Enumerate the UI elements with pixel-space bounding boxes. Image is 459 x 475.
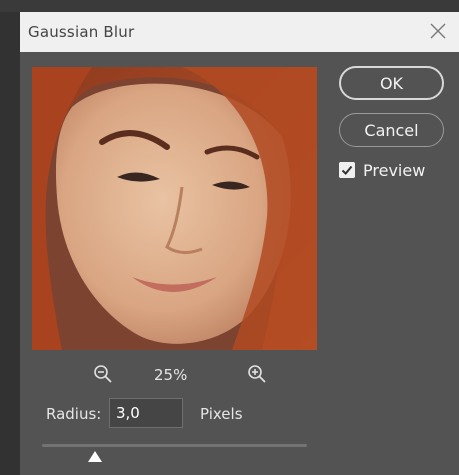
dialog-title: Gaussian Blur xyxy=(28,23,135,41)
zoom-level: 25% xyxy=(154,366,188,384)
preview-image[interactable] xyxy=(32,67,317,350)
gaussian-blur-dialog: Gaussian Blur 25% Radius: 3,0 Pixels OK … xyxy=(20,12,459,475)
preview-checkbox[interactable] xyxy=(339,162,355,178)
radius-slider-track[interactable] xyxy=(42,444,307,447)
portrait-photo xyxy=(32,67,317,350)
close-icon[interactable] xyxy=(427,20,449,42)
radius-input[interactable] xyxy=(109,398,183,428)
zoom-controls: 25% xyxy=(32,362,317,388)
radius-label: Radius: xyxy=(46,405,102,423)
dialog-titlebar[interactable]: Gaussian Blur xyxy=(20,12,459,52)
zoom-in-icon[interactable] xyxy=(246,363,268,385)
radius-units-label: Pixels xyxy=(200,405,243,423)
cancel-button[interactable]: Cancel xyxy=(339,113,444,147)
app-left-strip xyxy=(0,12,20,475)
radius-slider-thumb[interactable] xyxy=(87,450,103,463)
zoom-out-icon[interactable] xyxy=(92,363,114,385)
ok-button[interactable]: OK xyxy=(339,66,444,100)
app-top-strip xyxy=(0,0,459,12)
preview-label: Preview xyxy=(363,161,426,180)
